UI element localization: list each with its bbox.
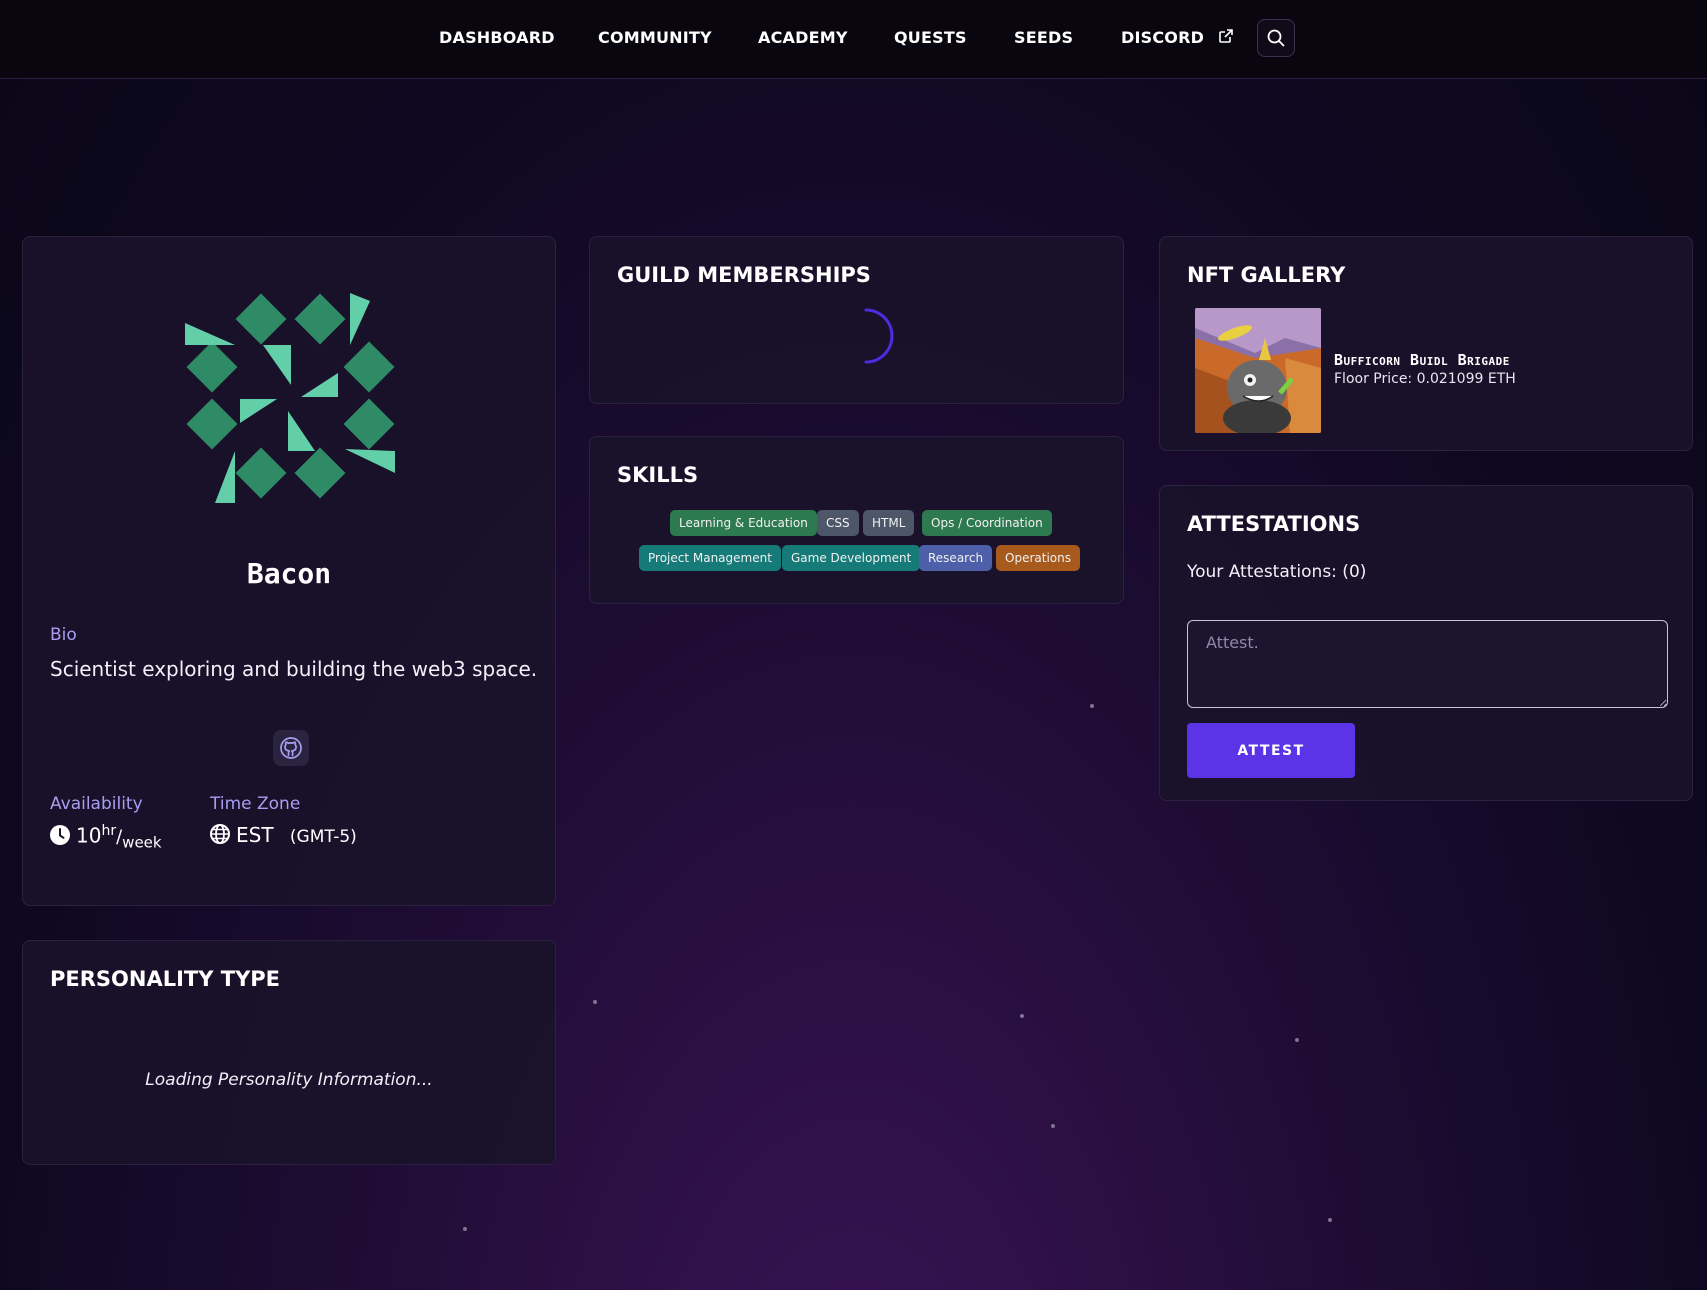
- search-button[interactable]: [1257, 19, 1295, 57]
- background-star: [1090, 704, 1094, 708]
- nav-quests[interactable]: QUESTS: [894, 0, 967, 76]
- availability-number: 10: [76, 823, 102, 848]
- nav-academy[interactable]: ACADEMY: [758, 0, 848, 76]
- skill-tag: CSS: [817, 510, 859, 536]
- attestations-count: Your Attestations: (0): [1187, 562, 1367, 582]
- avatar: [185, 293, 395, 503]
- timezone-value: EST (GMT-5): [210, 823, 357, 847]
- guild-memberships-title: GUILD MEMBERSHIPS: [617, 263, 871, 287]
- skill-tag: Game Development: [782, 545, 921, 571]
- top-nav: DASHBOARD COMMUNITY ACADEMY QUESTS SEEDS…: [0, 0, 1707, 79]
- profile-card: Bacon Bio Scientist exploring and buildi…: [22, 236, 556, 906]
- skill-tag: Ops / Coordination: [922, 510, 1052, 536]
- nav-discord[interactable]: DISCORD: [1121, 0, 1234, 76]
- availability-value: 10hr/week: [50, 823, 162, 852]
- availability-unit-bottom: week: [122, 833, 162, 852]
- nft-image[interactable]: [1195, 308, 1321, 433]
- nft-floor-price: Floor Price: 0.021099 ETH: [1334, 371, 1516, 387]
- skill-tag: Research: [919, 545, 993, 571]
- github-icon: [280, 737, 302, 759]
- background-star: [463, 1227, 467, 1231]
- attest-button[interactable]: ATTEST: [1187, 723, 1355, 778]
- timezone-abbr: EST: [236, 823, 274, 847]
- skills-title: SKILLS: [617, 463, 699, 487]
- skill-tag: Project Management: [639, 545, 781, 571]
- background-star: [1020, 1014, 1024, 1018]
- nav-community[interactable]: COMMUNITY: [598, 0, 712, 76]
- personality-loading-text: Loading Personality Information...: [145, 1070, 433, 1090]
- background-star: [1328, 1218, 1332, 1222]
- nav-dashboard[interactable]: DASHBOARD: [439, 0, 555, 76]
- bio-label: Bio: [50, 625, 77, 645]
- nav-discord-label: DISCORD: [1121, 28, 1205, 47]
- bio-text: Scientist exploring and building the web…: [50, 657, 538, 681]
- timezone-offset: (GMT-5): [289, 827, 357, 847]
- nav-seeds[interactable]: SEEDS: [1014, 0, 1073, 76]
- skill-tag: Learning & Education: [670, 510, 817, 536]
- search-icon: [1267, 29, 1285, 47]
- personality-card: PERSONALITY TYPE Loading Personality Inf…: [22, 940, 556, 1165]
- profile-name: Bacon: [246, 557, 332, 590]
- skill-tag: Operations: [996, 545, 1080, 571]
- nft-gallery-title: NFT GALLERY: [1187, 263, 1346, 287]
- github-link[interactable]: [273, 730, 309, 766]
- availability-unit-top: hr: [101, 823, 117, 839]
- attestations-title: ATTESTATIONS: [1187, 512, 1361, 536]
- clock-icon: [50, 824, 70, 845]
- attestations-card: ATTESTATIONS Your Attestations: (0) ATTE…: [1159, 485, 1693, 801]
- skill-tag: HTML: [863, 510, 915, 536]
- nft-name[interactable]: Bufficorn Buidl Brigade: [1334, 351, 1510, 369]
- availability-label: Availability: [50, 794, 143, 814]
- nft-gallery-card: NFT GALLERY Bufficorn Buidl Brigade Floo…: [1159, 236, 1693, 451]
- attest-input[interactable]: [1187, 620, 1668, 708]
- background-star: [593, 1000, 597, 1004]
- skills-card: SKILLS Learning & Education CSS HTML Ops…: [589, 436, 1124, 604]
- timezone-label: Time Zone: [210, 794, 301, 814]
- background-star: [1051, 1124, 1055, 1128]
- background-star: [1295, 1038, 1299, 1042]
- external-link-icon: [1219, 28, 1233, 43]
- personality-title: PERSONALITY TYPE: [50, 967, 281, 991]
- guild-memberships-card: GUILD MEMBERSHIPS: [589, 236, 1124, 404]
- globe-icon: [210, 824, 230, 844]
- loading-spinner: [864, 308, 894, 364]
